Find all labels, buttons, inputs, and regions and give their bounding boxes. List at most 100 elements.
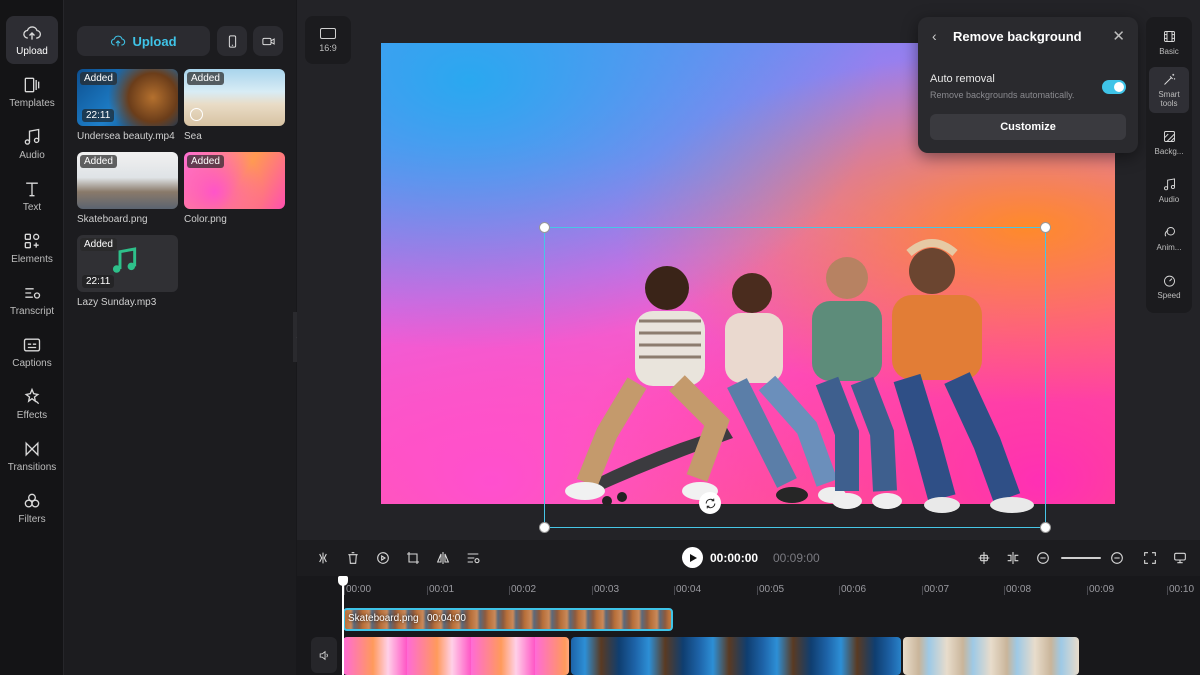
split-screen-button[interactable]: [1003, 548, 1023, 568]
play-speed-button[interactable]: [373, 548, 393, 568]
nav-filters[interactable]: Filters: [6, 484, 58, 532]
asset-item[interactable]: Added 22:11 Undersea beauty.mp4: [77, 69, 178, 142]
nav-text[interactable]: Text: [6, 172, 58, 220]
phone-upload-button[interactable]: [217, 26, 247, 56]
nav-effects-label: Effects: [16, 410, 48, 421]
video-editor-app: Upload Templates Audio Text Elements Tra…: [0, 0, 1200, 675]
resize-handle-top-right[interactable]: [1040, 222, 1051, 233]
ruler-tick: 00:08: [1003, 584, 1032, 595]
back-chevron-icon[interactable]: ‹: [932, 28, 937, 44]
clip-duration: 00:04:00: [427, 613, 466, 624]
tool-smart-tools[interactable]: Smart tools: [1149, 67, 1189, 113]
asset-name: Lazy Sunday.mp3: [77, 297, 157, 308]
nav-captions[interactable]: Captions: [6, 328, 58, 376]
phone-icon: [228, 34, 236, 48]
zoom-out-button[interactable]: [1033, 548, 1053, 568]
magic-wand-icon: [1163, 73, 1175, 85]
asset-duration: 22:11: [82, 275, 115, 288]
zoom-slider[interactable]: [1061, 557, 1101, 559]
record-button[interactable]: [253, 26, 283, 56]
split-button[interactable]: [313, 548, 333, 568]
tool-label: Audio: [1158, 194, 1180, 204]
auto-removal-toggle[interactable]: [1102, 80, 1126, 94]
asset-item[interactable]: Added 22:11 Lazy Sunday.mp3: [77, 235, 178, 308]
left-nav-rail: Upload Templates Audio Text Elements Tra…: [0, 0, 64, 675]
speed-icon: [1163, 275, 1175, 287]
selection-box[interactable]: [539, 222, 1051, 533]
fullscreen-button[interactable]: [1140, 548, 1160, 568]
transitions-icon: [25, 441, 39, 457]
zoom-out-icon: [1037, 552, 1049, 564]
play-button[interactable]: [682, 547, 703, 568]
track-volume-button[interactable]: [311, 637, 337, 673]
captions-icon: [23, 338, 41, 352]
flip-icon: [436, 552, 450, 564]
snap-icon: [978, 552, 990, 564]
nav-transcript-label: Transcript: [9, 306, 55, 317]
ruler-tick: 00:10: [1166, 584, 1195, 595]
snap-button[interactable]: [974, 548, 994, 568]
delete-button[interactable]: [343, 548, 363, 568]
added-badge: Added: [80, 72, 117, 85]
editing-toolbar: 00:00:00 00:09:00: [297, 540, 1200, 576]
resize-handle-bottom-left[interactable]: [539, 522, 550, 533]
tool-basic[interactable]: Basic: [1149, 19, 1189, 65]
animation-icon: [1164, 226, 1175, 236]
auto-removal-description: Remove backgrounds automatically.: [930, 90, 1075, 100]
rotate-button[interactable]: [699, 492, 721, 514]
clip-name: Skateboard.png: [348, 613, 419, 624]
asset-name: Skateboard.png: [77, 214, 148, 225]
nav-transcript[interactable]: Transcript: [6, 276, 58, 324]
background-icon: [1163, 130, 1175, 142]
play-circle-icon: [377, 552, 389, 564]
flip-button[interactable]: [433, 548, 453, 568]
asset-name: Color.png: [184, 214, 227, 225]
aspect-ratio-label: 16:9: [319, 42, 337, 53]
upload-button[interactable]: Upload: [77, 26, 210, 56]
asset-item[interactable]: Added Sea: [184, 69, 285, 142]
nav-templates-label: Templates: [9, 98, 55, 109]
nav-filters-label: Filters: [18, 514, 46, 525]
resize-handle-bottom-right[interactable]: [1040, 522, 1051, 533]
main-clip-undersea[interactable]: [571, 637, 901, 675]
aspect-ratio-button[interactable]: 16:9: [305, 16, 351, 64]
adjust-button[interactable]: [463, 548, 483, 568]
tool-speed[interactable]: Speed: [1149, 263, 1189, 309]
rotate-icon: [705, 498, 715, 508]
ruler-tick: 00:07: [921, 584, 950, 595]
nav-elements[interactable]: Elements: [6, 224, 58, 272]
asset-item[interactable]: Added Color.png: [184, 152, 285, 225]
caption-toggle-button[interactable]: [1170, 548, 1190, 568]
zoom-in-button[interactable]: [1107, 548, 1127, 568]
nav-audio[interactable]: Audio: [6, 120, 58, 168]
resize-handle-top-left[interactable]: [539, 222, 550, 233]
film-icon: [1163, 30, 1175, 42]
playhead[interactable]: [338, 576, 348, 675]
nav-effects[interactable]: Effects: [6, 380, 58, 428]
asset-thumbnail: Added 22:11: [77, 69, 178, 126]
main-clip-sea[interactable]: [903, 637, 1079, 675]
tool-background[interactable]: Backg...: [1149, 119, 1189, 165]
main-clip-color[interactable]: [343, 637, 569, 675]
crop-button[interactable]: [403, 548, 423, 568]
overlay-clip-skateboard[interactable]: Skateboard.png 00:04:00: [343, 608, 673, 631]
asset-item[interactable]: Added Skateboard.png: [77, 152, 178, 225]
templates-icon: [24, 77, 40, 93]
ruler-tick: 00:06: [838, 584, 867, 595]
nav-templates[interactable]: Templates: [6, 68, 58, 116]
tool-label: Speed: [1157, 290, 1181, 300]
time-ruler[interactable]: 00:00 00:01 00:02 00:03 00:04 00:05 00:0…: [297, 576, 1200, 604]
tool-audio[interactable]: Audio: [1149, 167, 1189, 213]
ruler-tick: 00:05: [756, 584, 785, 595]
auto-removal-label: Auto removal: [930, 73, 995, 85]
customize-button[interactable]: Customize: [930, 114, 1126, 140]
nav-upload[interactable]: Upload: [6, 16, 58, 64]
asset-thumbnail: Added 22:11: [77, 235, 178, 292]
nav-upload-label: Upload: [16, 46, 48, 57]
tool-animation[interactable]: Anim...: [1149, 215, 1189, 261]
popup-title: Remove background: [953, 29, 1082, 44]
upload-button-label: Upload: [132, 33, 177, 49]
zoom-minus-icon: [1111, 552, 1123, 564]
nav-transitions[interactable]: Transitions: [6, 432, 58, 480]
close-icon[interactable]: ✕: [1112, 27, 1125, 45]
